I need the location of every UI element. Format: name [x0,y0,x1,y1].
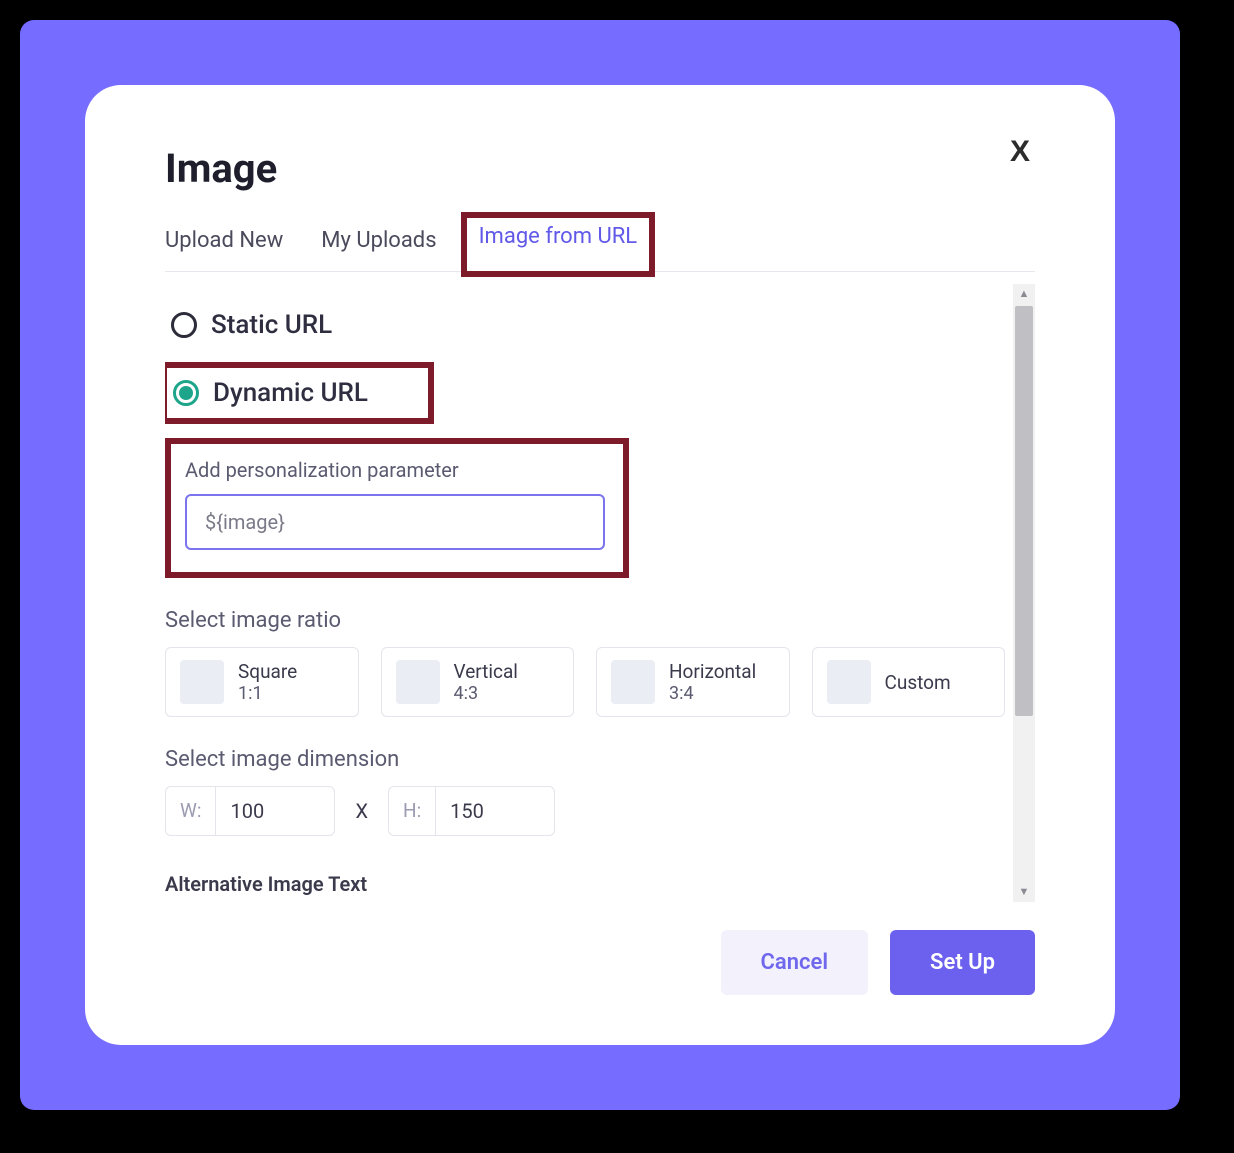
ratio-options: Square 1:1 Vertical 4:3 Horizontal 3:4 [165,647,1035,717]
highlight-dynamic-url: Dynamic URL [165,362,434,424]
ratio-sub: 4:3 [454,683,518,704]
scrollbar-up-icon[interactable]: ▲ [1013,284,1035,304]
modal-content: ▲ ▼ Static URL Dynamic URL Add personali… [165,272,1035,902]
dimension-separator: X [347,799,376,823]
dimension-row: W: X H: [165,786,1035,836]
ratio-name: Custom [885,671,951,694]
height-group: H: [388,786,555,836]
radio-static-label: Static URL [211,310,332,340]
ratio-name: Square [238,660,297,683]
dimension-section-label: Select image dimension [165,747,1035,772]
ratio-name: Horizontal [669,660,756,683]
ratio-option-vertical[interactable]: Vertical 4:3 [381,647,575,717]
scrollbar-thumb[interactable] [1015,306,1033,716]
ratio-option-square[interactable]: Square 1:1 [165,647,359,717]
ratio-thumb-icon [611,660,655,704]
tab-image-from-url[interactable]: Image from URL [461,212,656,277]
height-input[interactable] [435,786,555,836]
close-icon[interactable]: X [1010,135,1030,169]
radio-dynamic-url[interactable]: Dynamic URL [173,372,368,414]
radio-checked-icon [173,380,199,406]
ratio-name: Vertical [454,660,518,683]
ratio-sub: 3:4 [669,683,756,704]
width-input[interactable] [215,786,335,836]
radio-static-url[interactable]: Static URL [171,304,1035,346]
outer-frame: X Image Upload New My Uploads Image from… [20,20,1180,1110]
alt-text-title: Alternative Image Text [165,872,1035,896]
modal-title: Image [165,145,1035,192]
radio-dynamic-label: Dynamic URL [213,378,368,408]
image-modal: X Image Upload New My Uploads Image from… [85,85,1115,1045]
setup-button[interactable]: Set Up [890,930,1035,995]
ratio-thumb-icon [827,660,871,704]
tab-upload-new[interactable]: Upload New [165,220,283,271]
scrollbar-down-icon[interactable]: ▼ [1013,882,1035,902]
radio-unchecked-icon [171,312,197,338]
cancel-button[interactable]: Cancel [721,930,869,995]
personalization-input[interactable] [185,494,605,550]
ratio-section-label: Select image ratio [165,608,1035,633]
tabs-row: Upload New My Uploads Image from URL [165,220,1035,272]
modal-footer: Cancel Set Up [165,902,1035,995]
ratio-thumb-icon [396,660,440,704]
width-label: W: [165,786,215,836]
tab-my-uploads[interactable]: My Uploads [321,220,436,271]
personalization-label: Add personalization parameter [185,458,605,482]
height-label: H: [388,786,435,836]
scrollbar[interactable]: ▲ ▼ [1013,284,1035,902]
ratio-option-horizontal[interactable]: Horizontal 3:4 [596,647,790,717]
ratio-sub: 1:1 [238,683,297,704]
ratio-thumb-icon [180,660,224,704]
width-group: W: [165,786,335,836]
highlight-personalization: Add personalization parameter [165,438,629,578]
ratio-option-custom[interactable]: Custom [812,647,1006,717]
